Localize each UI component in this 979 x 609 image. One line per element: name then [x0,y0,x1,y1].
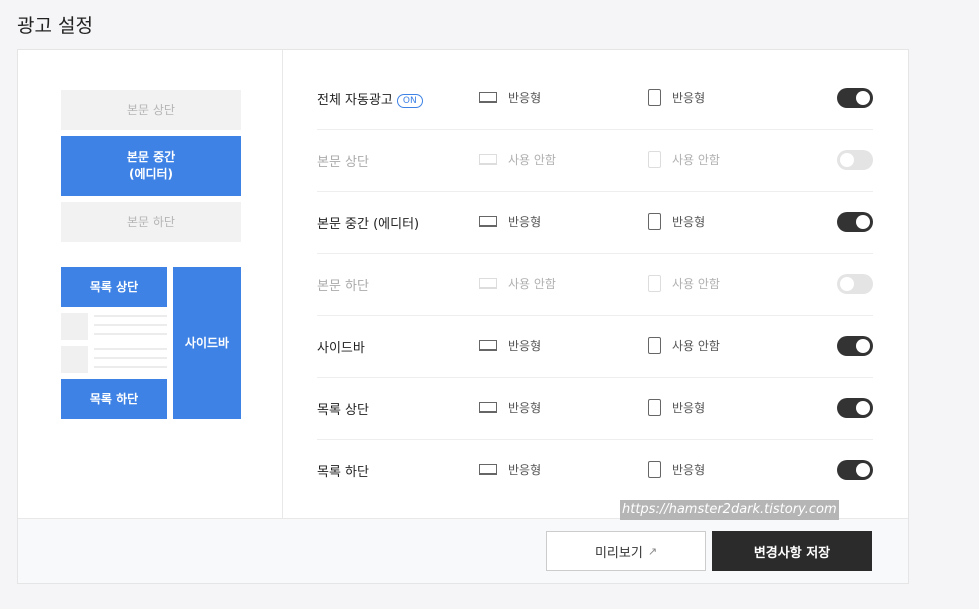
preview-sidebar: 사이드바 [173,267,241,419]
pc-option[interactable]: 사용 안함 [479,151,556,168]
preview-line [94,324,167,326]
pc-option[interactable]: 반응형 [479,89,541,106]
mobile-option-label: 반응형 [672,463,706,477]
mobile-icon [648,399,661,416]
ad-row-sidebar: 사이드바 반응형 사용 안함 [317,316,873,378]
save-changes-button[interactable]: 변경사항 저장 [712,531,872,571]
row-label: 전체 자동광고 ON [317,89,423,108]
ad-row-body-bottom: 본문 하단 사용 안함 사용 안함 [317,254,873,316]
pc-option[interactable]: 반응형 [479,213,541,230]
preview-line [94,366,167,368]
pc-option[interactable]: 반응형 [479,399,541,416]
pc-option[interactable]: 반응형 [479,461,541,478]
external-link-icon: ↗ [647,544,658,558]
ad-row-auto: 전체 자동광고 ON 반응형 반응형 [317,68,873,130]
ad-row-list-top: 목록 상단 반응형 반응형 [317,378,873,440]
pc-option-label: 반응형 [508,215,542,229]
mobile-option-label: 사용 안함 [672,277,720,291]
mobile-option-label: 사용 안함 [672,339,720,353]
ad-row-list-bottom: 목록 하단 반응형 반응형 [317,440,873,501]
toggle-switch[interactable] [837,212,873,232]
ad-row-body-top: 본문 상단 사용 안함 사용 안함 [317,130,873,192]
preview-list-bottom: 목록 하단 [61,379,167,419]
mobile-option[interactable]: 반응형 [648,461,705,478]
mobile-option-label: 반응형 [672,401,706,415]
mobile-option[interactable]: 사용 안함 [648,275,720,292]
mobile-icon [648,337,661,354]
toggle-knob [856,91,870,105]
toggle-switch[interactable] [837,150,873,170]
mobile-option-label: 반응형 [672,91,706,105]
toggle-knob [840,153,854,167]
pc-option-label: 반응형 [508,463,542,477]
mobile-option[interactable]: 반응형 [648,213,705,230]
pc-option[interactable]: 반응형 [479,337,541,354]
preview-button-label: 미리보기 [594,545,643,561]
mobile-icon [648,89,661,106]
preview-line [94,348,167,350]
toggle-switch[interactable] [837,88,873,108]
row-label: 사이드바 [317,341,365,356]
preview-button[interactable]: 미리보기 ↗ [546,531,706,571]
pc-icon [479,278,497,289]
preview-thumb [61,313,88,340]
mobile-icon [648,213,661,230]
watermark: https://hamster2dark.tistory.com [620,500,839,520]
preview-body-bottom: 본문 하단 [61,202,241,242]
toggle-knob [856,215,870,229]
mobile-option[interactable]: 사용 안함 [648,337,720,354]
mobile-icon [648,461,661,478]
preview-list-top: 목록 상단 [61,267,167,307]
pc-option-label: 반응형 [508,91,542,105]
ad-layout-preview: 본문 상단 본문 중간 (에디터) 본문 하단 목록 상단 목록 하단 사이드바 [18,50,283,520]
row-label: 목록 상단 [317,403,369,418]
pc-option-label: 사용 안함 [508,153,556,167]
pc-icon [479,92,497,103]
mobile-option-label: 반응형 [672,215,706,229]
pc-icon [479,402,497,413]
mobile-option[interactable]: 사용 안함 [648,151,720,168]
pc-option-label: 반응형 [508,339,542,353]
pc-option-label: 사용 안함 [508,277,556,291]
pc-icon [479,216,497,227]
preview-line [94,357,167,359]
preview-body-middle: 본문 중간 (에디터) [61,136,241,196]
pc-option[interactable]: 사용 안함 [479,275,556,292]
mobile-option[interactable]: 반응형 [648,399,705,416]
pc-icon [479,154,497,165]
preview-body-middle-line1: 본문 중간 [126,150,176,164]
preview-thumb [61,346,88,373]
toggle-knob [856,463,870,477]
toggle-switch[interactable] [837,274,873,294]
toggle-switch[interactable] [837,460,873,480]
row-label: 목록 하단 [317,465,369,480]
toggle-switch[interactable] [837,398,873,418]
toggle-switch[interactable] [837,336,873,356]
mobile-icon [648,151,661,168]
mobile-option[interactable]: 반응형 [648,89,705,106]
preview-body-top: 본문 상단 [61,90,241,130]
preview-line [94,315,167,317]
pc-option-label: 반응형 [508,401,542,415]
toggle-knob [856,339,870,353]
preview-line [94,333,167,335]
toggle-knob [856,401,870,415]
on-badge: ON [396,94,423,108]
mobile-icon [648,275,661,292]
preview-body-middle-line2: (에디터) [128,167,174,181]
ad-row-body-middle: 본문 중간 (에디터) 반응형 반응형 [317,192,873,254]
toggle-knob [840,277,854,291]
row-label: 본문 중간 (에디터) [317,217,420,232]
pc-icon [479,340,497,351]
page-title: 광고 설정 [17,15,93,37]
mobile-option-label: 사용 안함 [672,153,720,167]
row-label: 본문 하단 [317,279,369,294]
ad-settings-list: 전체 자동광고 ON 반응형 반응형 본문 상단 사용 안함 사용 안함 본문 중… [317,68,873,501]
row-label-text: 전체 자동광고 [317,93,393,108]
pc-icon [479,464,497,475]
footer-bar: 미리보기 ↗ 변경사항 저장 [18,518,908,583]
row-label: 본문 상단 [317,155,369,170]
